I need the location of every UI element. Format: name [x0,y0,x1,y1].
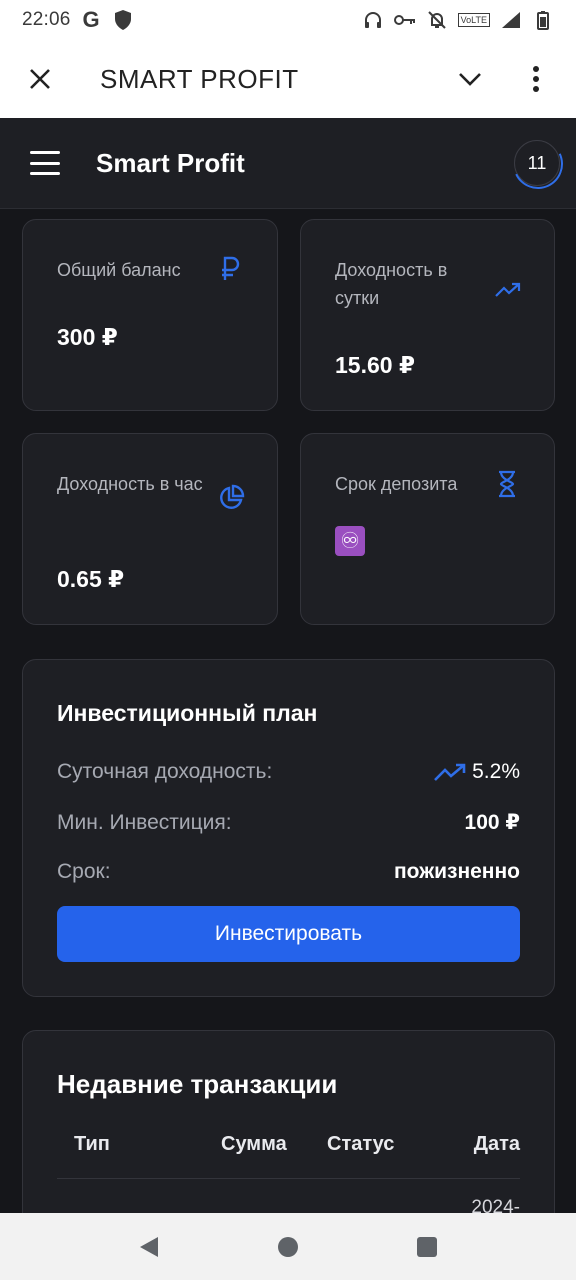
recents-icon [416,1236,437,1257]
close-icon [30,69,50,89]
notification-counter[interactable]: 11 [514,140,560,186]
deposit-term-label: Срок депозита [335,474,458,494]
column-date: Дата [473,1133,520,1155]
total-balance-value: 300 ₽ [57,324,118,350]
home-button[interactable] [266,1225,310,1269]
daily-income-value: 15.60 ₽ [335,352,415,378]
battery-icon [532,9,554,31]
close-button[interactable] [22,61,58,97]
system-nav-bar [0,1213,576,1280]
total-balance-label: Общий баланс [57,260,181,280]
back-button[interactable] [127,1225,171,1269]
plan-row-term: Срок: пожизненно [57,860,520,884]
menu-icon[interactable] [30,151,60,175]
plan-min-value: 100 ₽ [464,811,520,834]
signal-icon [500,9,522,31]
plan-daily-label: Суточная доходность: [57,760,273,783]
plan-row-daily: Суточная доходность: 5.2% [57,760,520,784]
shield-icon [112,9,134,31]
deposit-term-card: Срок депозита ♾ [300,433,555,625]
app-brand: Smart Profit [96,147,245,178]
daily-income-label: Доходность в сутки [335,260,448,308]
hourly-income-value: 0.65 ₽ [57,566,125,592]
status-time: 22:06 [22,9,71,30]
table-row-date: 2024- [471,1197,520,1213]
plan-min-label: Мин. Инвестиция: [57,810,232,834]
more-vert-icon [533,66,539,92]
main-content: Общий баланс 300 ₽ Доходность в сутки 15… [0,209,576,1213]
recents-button[interactable] [405,1225,449,1269]
custom-tab-toolbar: SMART PROFIT [0,40,576,118]
expand-button[interactable] [452,61,488,97]
volte-badge: VoLTE [457,13,490,27]
google-icon: G [82,7,100,32]
toolbar-title: SMART PROFIT [100,63,299,94]
recent-transactions-card: Недавние транзакции Тип Сумма Статус Дат… [22,1030,555,1213]
home-icon [277,1236,298,1257]
headphones-icon [362,9,384,31]
total-balance-card: Общий баланс 300 ₽ [22,219,278,411]
app-header: Smart Profit 11 [0,118,576,209]
column-type: Тип [74,1133,110,1155]
plan-term-label: Срок: [57,860,111,883]
column-status: Статус [327,1133,395,1155]
transactions-table-header: Тип Сумма Статус Дата [57,1131,520,1179]
trending-up-icon [434,763,466,781]
plan-row-min: Мин. Инвестиция: 100 ₽ [57,810,520,835]
plan-title: Инвестиционный план [57,700,318,726]
plan-term-value: пожизненно [393,860,520,883]
key-icon [393,9,416,31]
plan-daily-value: 5.2% [472,760,520,783]
trending-up-icon [495,280,521,300]
status-bar: 22:06 G VoLTE [0,0,576,40]
hourglass-icon [495,470,519,498]
daily-income-card: Доходность в сутки 15.60 ₽ [300,219,555,411]
column-amount: Сумма [221,1133,287,1155]
transactions-title: Недавние транзакции [57,1069,338,1099]
back-icon [140,1236,159,1257]
infinity-icon: ♾ [335,526,365,556]
pie-chart-icon [217,484,245,512]
mute-icon [426,9,448,31]
investment-plan-card: Инвестиционный план Суточная доходность:… [22,659,555,997]
more-menu-button[interactable] [518,61,554,97]
hourly-income-card: Доходность в час 0.65 ₽ [22,433,278,625]
ruble-icon [217,256,243,282]
hourly-income-label: Доходность в час [57,474,203,494]
invest-button[interactable]: Инвестировать [57,906,520,962]
chevron-down-icon [459,73,481,86]
